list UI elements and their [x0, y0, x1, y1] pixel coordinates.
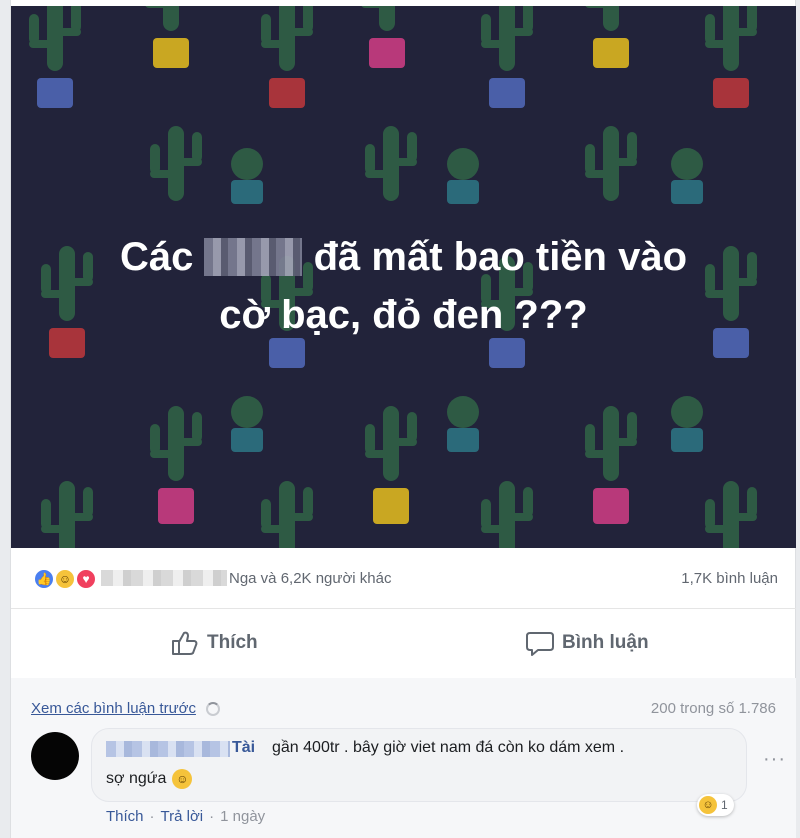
avatar[interactable] [31, 732, 79, 780]
comment-like-link[interactable]: Thích [106, 808, 144, 825]
post-image[interactable]: Các đã mất bao tiền vào cờ bạc, đỏ đen ?… [11, 6, 796, 548]
post-actions: Thích Bình luận [11, 608, 796, 679]
post-card: Các đã mất bao tiền vào cờ bạc, đỏ đen ?… [10, 0, 796, 838]
comments-count-of: 200 trong số 1.786 [650, 700, 776, 717]
caption-word: Các [119, 235, 194, 279]
comment-button[interactable]: Bình luận [526, 630, 649, 656]
caption-rest: đã mất bao tiền vào [313, 235, 688, 279]
reactions-bar: 👍 ☺ ♥ Nga và 6,2K người khác 1,7K bình l… [11, 548, 796, 609]
like-label: Thích [207, 632, 258, 653]
comments-section: Xem các bình luận trước 200 trong số 1.7… [11, 678, 796, 838]
comment-text: gần 400tr . bây giờ viet nam đá còn ko d… [272, 739, 625, 756]
comment-time[interactable]: 1 ngày [220, 808, 265, 825]
separator: · [209, 808, 215, 825]
thumbs-up-icon [172, 631, 198, 655]
haha-icon: ☺ [699, 796, 717, 814]
blurred-commenter-name [106, 741, 230, 757]
commenter-name[interactable]: Tài [232, 739, 255, 757]
more-options-icon[interactable]: ··· [763, 748, 786, 771]
comment-reaction-chip[interactable]: ☺ 1 [697, 794, 734, 816]
comment-text-line-2: sợ ngứa ☺ [106, 769, 193, 789]
comment-meta: Thích · Trả lời · 1 ngày [106, 808, 265, 825]
blurred-name [101, 570, 227, 586]
love-icon[interactable]: ♥ [75, 568, 97, 590]
like-button[interactable]: Thích [171, 630, 258, 656]
blush-emoji-icon: ☺ [172, 769, 193, 789]
like-icon[interactable]: 👍 [33, 568, 55, 590]
reaction-count: 1 [721, 798, 728, 812]
haha-icon[interactable]: ☺ [54, 568, 76, 590]
comment-text-2: sợ ngứa [106, 770, 167, 787]
comment-icon [526, 632, 554, 656]
caption-line-2: cờ bạc, đỏ đen ??? [219, 293, 588, 337]
view-previous-label: Xem các bình luận trước [31, 700, 196, 717]
comment-bubble: Tài gần 400tr . bây giờ viet nam đá còn … [91, 728, 747, 802]
comment-label: Bình luận [562, 632, 649, 653]
loading-spinner-icon [205, 701, 220, 716]
separator: · [149, 808, 155, 825]
post-caption: Các đã mất bao tiền vào cờ bạc, đỏ đen ?… [11, 228, 796, 344]
reactions-summary[interactable]: Nga và 6,2K người khác [229, 570, 391, 587]
view-previous-comments-link[interactable]: Xem các bình luận trước [31, 700, 220, 717]
comment-count[interactable]: 1,7K bình luận [681, 570, 778, 587]
censored-word [204, 238, 303, 276]
comment-reply-link[interactable]: Trả lời [161, 808, 204, 825]
